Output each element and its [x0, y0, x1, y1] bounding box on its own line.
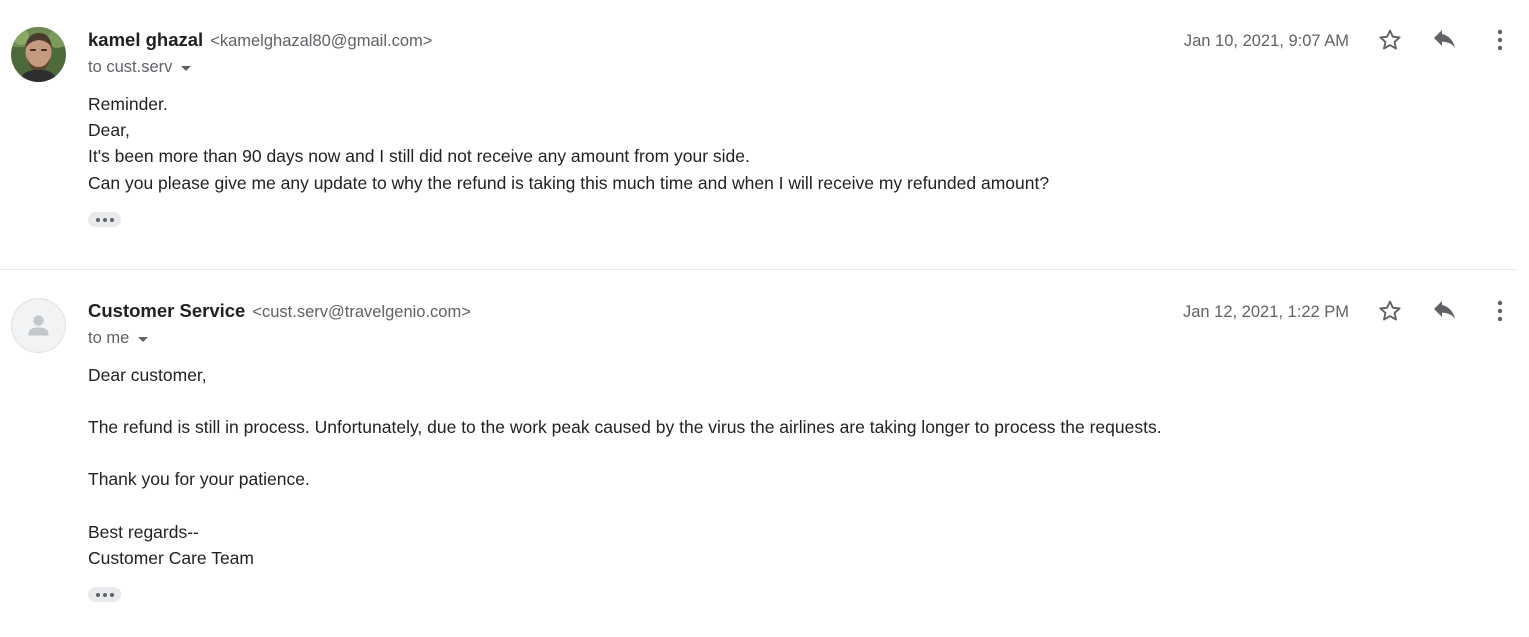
email-message: Customer Service <cust.serv@travelgenio.…: [0, 270, 1529, 637]
caret-down-icon[interactable]: [181, 65, 192, 71]
expand-ellipsis-icon: [95, 592, 100, 597]
sender-line: Customer Service <cust.serv@travelgenio.…: [88, 300, 471, 323]
email-thread: kamel ghazal <kamelghazal80@gmail.com> t…: [0, 0, 1529, 637]
body-line: Customer Care Team: [88, 547, 254, 568]
body-line: Thank you for your patience.: [88, 469, 310, 490]
star-icon: [1379, 29, 1401, 50]
reply-button[interactable]: [1428, 294, 1462, 328]
sender-name[interactable]: Customer Service: [88, 300, 245, 321]
sender-email: <kamelghazal80@gmail.com>: [210, 32, 433, 50]
more-options-button[interactable]: [1483, 23, 1517, 57]
expand-ellipsis-icon: [102, 592, 107, 597]
expand-ellipsis-icon: [109, 592, 114, 597]
body-line: The refund is still in process. Unfortun…: [88, 417, 1162, 438]
expand-ellipsis-icon: [102, 217, 107, 222]
sender-email: <cust.serv@travelgenio.com>: [252, 303, 471, 321]
star-icon: [1379, 300, 1401, 321]
more-vert-icon: [1497, 29, 1503, 51]
show-trimmed-content-button[interactable]: [88, 587, 121, 602]
email-message: kamel ghazal <kamelghazal80@gmail.com> t…: [0, 0, 1529, 269]
body-line: Dear,: [88, 120, 130, 141]
reply-icon: [1434, 301, 1455, 319]
body-line: Best regards--: [88, 521, 199, 542]
expand-ellipsis-icon: [95, 217, 100, 222]
reply-icon: [1434, 30, 1455, 48]
body-line: Can you please give me any update to why…: [88, 172, 1050, 193]
body-line: Dear customer,: [88, 365, 207, 385]
star-button[interactable]: [1373, 294, 1407, 328]
body-line: Reminder.: [88, 94, 168, 114]
body-line: It's been more than 90 days now and I st…: [88, 146, 750, 167]
default-person-icon: [11, 298, 66, 353]
show-trimmed-content-button[interactable]: [88, 212, 121, 227]
sender-avatar[interactable]: [11, 27, 66, 82]
reply-button[interactable]: [1428, 23, 1462, 57]
sender-line: kamel ghazal <kamelghazal80@gmail.com>: [88, 29, 432, 52]
sender-name[interactable]: kamel ghazal: [88, 29, 203, 50]
message-body: Dear customer, The refund is still in pr…: [88, 362, 1388, 571]
message-date: Jan 10, 2021, 9:07 AM: [1183, 32, 1349, 50]
expand-ellipsis-icon: [109, 217, 114, 222]
more-vert-icon: [1497, 300, 1503, 322]
recipient-toggle[interactable]: to cust.serv: [88, 57, 192, 77]
star-button[interactable]: [1373, 23, 1407, 57]
sender-avatar[interactable]: [11, 298, 66, 353]
caret-down-icon[interactable]: [138, 336, 149, 342]
recipient-label: to cust.serv: [88, 58, 173, 76]
recipient-toggle[interactable]: to me: [88, 328, 149, 348]
user-photo-icon: [11, 27, 66, 82]
more-options-button[interactable]: [1483, 294, 1517, 328]
message-date: Jan 12, 2021, 1:22 PM: [1182, 303, 1349, 321]
message-body: Reminder. Dear, It's been more than 90 d…: [88, 91, 1388, 196]
recipient-label: to me: [88, 329, 130, 347]
